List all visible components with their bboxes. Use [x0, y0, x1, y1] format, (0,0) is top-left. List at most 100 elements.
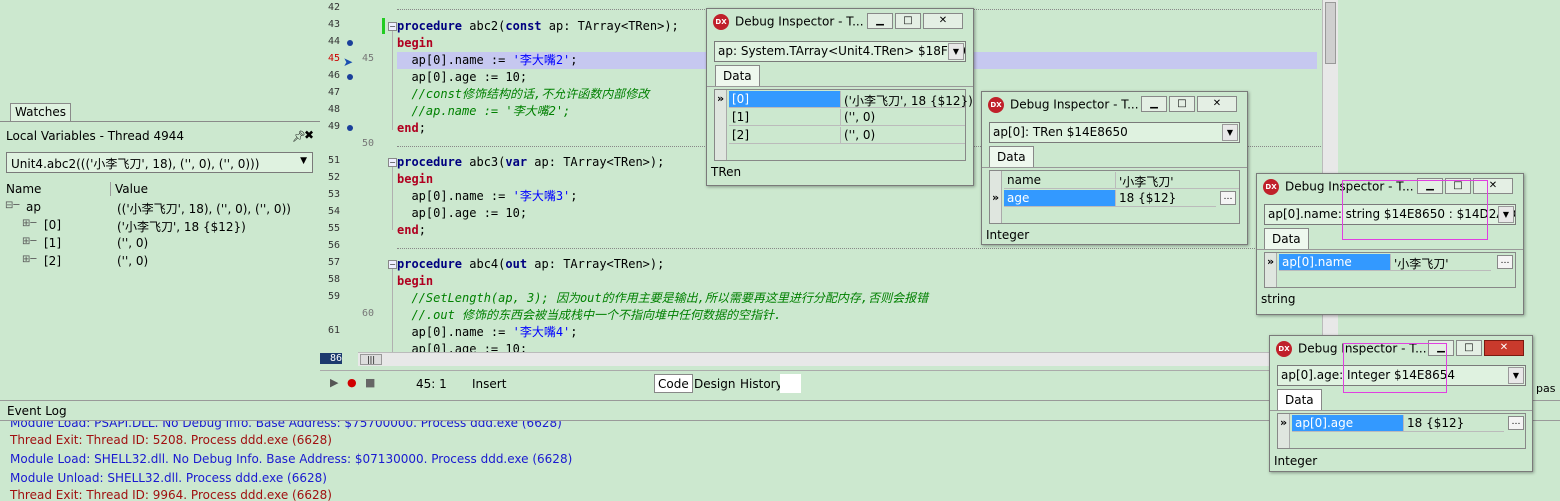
column-name-header[interactable]: Name [6, 182, 41, 196]
tab-data[interactable]: Data [1264, 228, 1309, 250]
log-line[interactable]: Module Unload: SHELL32.dll. Process ddd.… [10, 471, 327, 485]
table-row[interactable]: ap[0].age 18 {$12}… [1292, 415, 1525, 433]
table-row[interactable]: ⊞─ [1] ('', 0) [0, 234, 320, 252]
debug-inspector-window[interactable]: DX Debug Inspector - T... ▁ □ ✕ ap[0].age… [1269, 335, 1533, 472]
table-row[interactable]: name '小李飞刀' [1004, 172, 1239, 190]
code-line[interactable]: //ap.name := '李大嘴2'; [397, 103, 570, 120]
log-line[interactable]: Module Load: PSAPI.DLL. No Debug Info. B… [10, 421, 562, 430]
code-line[interactable]: begin [397, 273, 433, 290]
chevron-down-icon[interactable]: ▼ [948, 43, 964, 60]
table-row[interactable]: [1] ('', 0) [729, 109, 965, 127]
row-value: '小李飞刀' [1391, 254, 1491, 271]
table-row[interactable]: ap[0].name '小李飞刀'… [1279, 254, 1515, 272]
collapse-icon[interactable]: ⊟─ [5, 200, 19, 211]
code-line[interactable]: end; [397, 222, 426, 239]
table-row[interactable]: [0] ('小李飞刀', 18 {$12}) [729, 91, 973, 109]
column-value-header[interactable]: Value [115, 182, 148, 196]
expand-icon[interactable]: ⊞─ [22, 218, 36, 229]
column-separator[interactable] [110, 182, 111, 196]
maximize-icon[interactable]: □ [1169, 96, 1195, 112]
stop-icon[interactable]: ■ [365, 376, 375, 389]
log-line[interactable]: Thread Exit: Thread ID: 5208. Process dd… [10, 433, 332, 447]
scrollbar-thumb[interactable] [1325, 2, 1336, 64]
minimize-icon[interactable]: ▁ [1141, 96, 1167, 112]
debug-inspector-window[interactable]: DX Debug Inspector - T... ▁ □ ✕ ap: Syste… [706, 8, 974, 186]
code-line[interactable]: ap[0].age := 10; [397, 205, 527, 222]
line-number-current: 45 [327, 53, 340, 64]
code-line[interactable]: //const修饰结构的话,不允许函数内部修改 [397, 86, 649, 103]
tab-code[interactable]: Code [654, 374, 693, 393]
code-line[interactable]: end; [397, 120, 426, 137]
expand-icon[interactable]: ⊞─ [22, 254, 36, 265]
variable-name: ap [26, 200, 41, 214]
line-number: 53 [327, 189, 340, 200]
log-line[interactable]: Thread Exit: Thread ID: 9964. Process dd… [10, 488, 332, 501]
insert-mode[interactable]: Insert [472, 377, 506, 391]
code-line[interactable]: ap[0].name := '李大嘴3'; [397, 188, 577, 205]
comment: //.out 修饰的东西会被当成栈中一个不指向堆中任何数据的空指针. [397, 308, 782, 322]
maximize-icon[interactable]: □ [895, 13, 921, 29]
debug-inspector-window[interactable]: DX Debug Inspector - T... ▁ □ ✕ ap[0]: TR… [981, 91, 1248, 245]
inspector-expression-select[interactable]: ap[0]: TRen $14E8650 ▼ [989, 122, 1240, 143]
window-title[interactable]: DX Debug Inspector - T... [713, 14, 864, 32]
variable-value: (('小李飞刀', 18), ('', 0), ('', 0)) [117, 202, 291, 216]
ellipsis-button[interactable]: … [1497, 255, 1513, 269]
line-number: 51 [327, 155, 340, 166]
code-line[interactable]: //SetLength(ap, 3); 因为out的作用主要是输出,所以需要再这… [397, 290, 928, 307]
ellipsis-button[interactable]: … [1220, 191, 1236, 205]
tab-data[interactable]: Data [1277, 389, 1322, 411]
code-line[interactable]: procedure abc2(const ap: TArray<TRen>); [397, 18, 679, 35]
code-line[interactable]: procedure abc3(var ap: TArray<TRen>); [397, 154, 664, 171]
log-line[interactable]: Module Load: SHELL32.dll. No Debug Info.… [10, 452, 572, 466]
watches-tab[interactable]: Watches [10, 103, 71, 121]
keyword: out [505, 257, 528, 271]
table-row[interactable]: [2] ('', 0) [729, 127, 965, 145]
ellipsis-button[interactable]: … [1508, 416, 1524, 430]
tab-data[interactable]: Data [989, 146, 1034, 168]
code-line[interactable]: begin [397, 171, 433, 188]
delphi-dx-icon: DX [988, 97, 1004, 113]
debug-inspector-window[interactable]: DX Debug Inspector - T... ▁ □ ✕ ap[0].nam… [1256, 173, 1524, 315]
stack-frame-select[interactable]: Unit4.abc2((('小李飞刀', 18), ('', 0), ('', … [6, 152, 313, 173]
scrollbar-grip-icon[interactable]: ||| [360, 354, 382, 365]
line-mark: 60 [362, 308, 375, 319]
close-icon[interactable]: ✕ [1484, 340, 1524, 356]
maximize-icon[interactable]: □ [1456, 340, 1482, 356]
record-icon[interactable]: ● [347, 376, 357, 389]
close-icon[interactable]: ✕ [1197, 96, 1237, 112]
chevron-down-icon[interactable]: ▼ [1222, 124, 1238, 141]
keyword: begin [397, 172, 434, 186]
table-row[interactable]: ⊞─ [0] ('小李飞刀', 18 {$12}) [0, 216, 320, 234]
chevron-down-icon[interactable]: ▼ [1508, 367, 1524, 384]
code-line[interactable]: begin [397, 35, 433, 52]
fold-collapse-icon[interactable]: − [388, 158, 397, 167]
breakpoint-dot-icon[interactable] [347, 125, 353, 131]
tab-data[interactable]: Data [715, 65, 760, 87]
horizontal-scrollbar[interactable]: ||| [358, 352, 1322, 366]
breakpoint-dot-icon[interactable] [347, 74, 353, 80]
tab-design[interactable]: Design [690, 374, 739, 393]
table-row[interactable]: ⊟─ ap (('小李飞刀', 18), ('', 0), ('', 0)) [0, 198, 320, 216]
window-title[interactable]: DX Debug Inspector - T... [988, 97, 1139, 115]
code-line[interactable]: //.out 修饰的东西会被当成栈中一个不指向堆中任何数据的空指针. [397, 307, 781, 324]
expand-icon[interactable]: ⊞─ [22, 236, 36, 247]
inspector-expression-select[interactable]: ap: System.TArray<Unit4.TRen> $18F520 ▼ [714, 41, 966, 62]
code-line[interactable]: ap[0].age := 10; [397, 341, 527, 352]
delphi-dx-icon: DX [1276, 341, 1292, 357]
close-icon[interactable]: ✕ [923, 13, 963, 29]
code-line[interactable]: procedure abc4(out ap: TArray<TRen>); [397, 256, 664, 273]
code-line[interactable]: ap[0].name := '李大嘴4'; [397, 324, 577, 341]
code-text: ap[0].age := 10; [397, 206, 528, 220]
fold-collapse-icon[interactable]: − [388, 22, 397, 31]
close-icon[interactable]: ✖ [304, 128, 314, 142]
table-row[interactable]: age 18 {$12}… [1004, 190, 1239, 208]
string-literal: '李大嘴3' [512, 189, 571, 203]
chevron-down-icon[interactable]: ▼ [1498, 206, 1514, 223]
breakpoint-dot-icon[interactable] [347, 40, 353, 46]
table-row[interactable]: ⊞─ [2] ('', 0) [0, 252, 320, 270]
inspector-type-status: TRen [711, 165, 742, 179]
play-icon[interactable]: ▶ [330, 376, 338, 389]
code-line[interactable]: ap[0].age := 10; [397, 69, 527, 86]
fold-collapse-icon[interactable]: − [388, 260, 397, 269]
minimize-icon[interactable]: ▁ [867, 13, 893, 29]
